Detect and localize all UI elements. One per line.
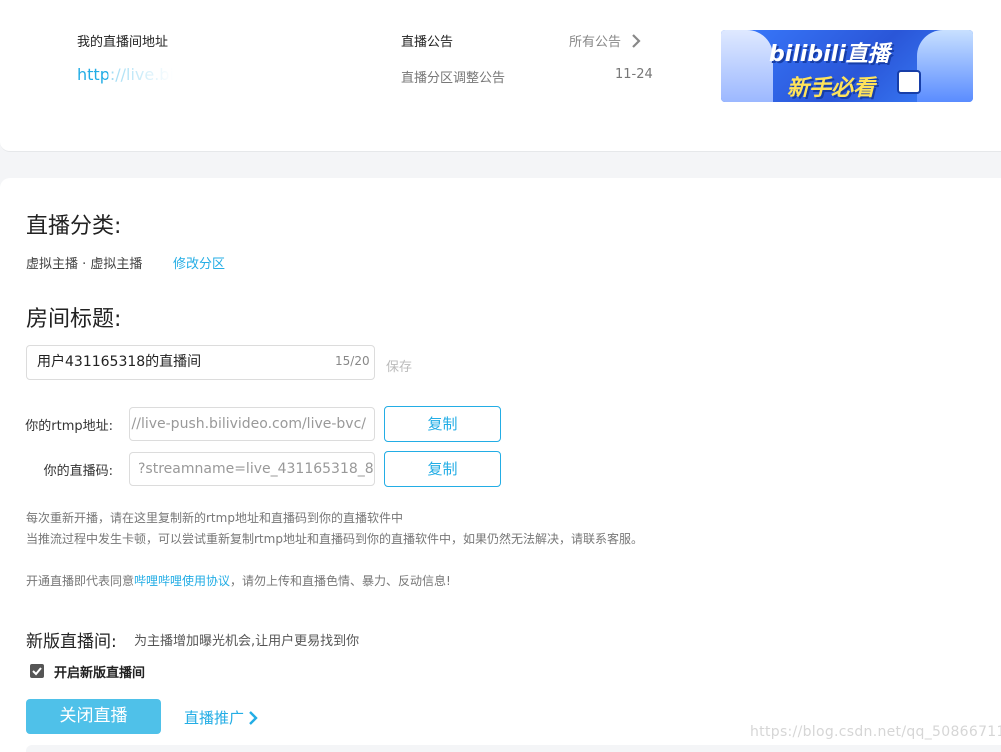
category-value: 虚拟主播 · 虚拟主播 — [26, 257, 143, 272]
new-room-heading: 新版直播间: — [26, 632, 117, 652]
announcement-heading: 直播公告 — [401, 35, 454, 50]
rtmp-address-field[interactable]: rtmp://live-push.bilivideo.com/live-bvc/ — [129, 407, 375, 441]
copy-stream-code-button[interactable]: 复制 — [384, 451, 501, 487]
stream-code-label: 你的直播码: — [43, 464, 113, 479]
new-room-checkbox[interactable] — [30, 664, 44, 678]
title-char-counter: 15/20 — [335, 354, 370, 368]
address-redaction-mask — [108, 62, 324, 82]
newbie-guide-banner[interactable]: bilibili直播 新手必看 — [721, 30, 973, 102]
save-title-button[interactable]: 保存 — [386, 356, 412, 375]
edit-category-link[interactable]: 修改分区 — [173, 253, 225, 272]
user-agreement-link[interactable]: 哔哩哔哩使用协议 — [134, 574, 230, 588]
instruction-text-1: 每次重新开播，请在这里复制新的rtmp地址和直播码到你的直播软件中 — [26, 511, 403, 525]
chevron-right-icon — [632, 33, 641, 48]
rtmp-address-label: 你的rtmp地址: — [25, 419, 113, 434]
room-title-input[interactable]: 用户431165318的直播间 — [26, 345, 375, 380]
mascot-left-image — [721, 30, 773, 102]
announcement-item[interactable]: 直播分区调整公告 — [401, 67, 505, 86]
all-announcements-label: 所有公告 — [569, 35, 622, 50]
live-promotion-label: 直播推广 — [184, 709, 245, 727]
live-settings-card: 直播分类: 虚拟主播 · 虚拟主播 修改分区 房间标题: 用户431165318… — [0, 178, 1001, 752]
instruction-text-2: 当推流过程中发生卡顿，可以尝试重新复制rtmp地址和直播码到你的直播软件中，如果… — [26, 532, 643, 546]
new-room-description: 为主播增加曝光机会,让用户更易找到你 — [134, 634, 360, 649]
live-promotion-link[interactable]: 直播推广 — [184, 707, 258, 728]
agreement-notice: 开通直播即代表同意哔哩哔哩使用协议，请勿上传和直播色情、暴力、反动信息! — [26, 572, 451, 589]
room-title-heading: 房间标题: — [26, 307, 122, 332]
tv-icon — [897, 70, 921, 94]
agreement-prefix: 开通直播即代表同意 — [26, 574, 135, 588]
agreement-suffix: ，请勿上传和直播色情、暴力、反动信息! — [230, 574, 451, 588]
announcement-date: 11-24 — [615, 67, 653, 82]
mascot-right-image — [917, 30, 973, 102]
banner-title: bilibili直播 — [769, 42, 890, 67]
rtmp-address-value: rtmp://live-push.bilivideo.com/live-bvc/ — [130, 416, 366, 432]
stream-code-field[interactable]: ?streamname=live_431165318_85 — [129, 452, 375, 486]
category-heading: 直播分类: — [26, 214, 122, 239]
close-live-button[interactable]: 关闭直播 — [26, 699, 161, 734]
watermark-text: https://blog.csdn.net/qq_50866711 — [750, 724, 1001, 740]
banner-subtitle: 新手必看 — [787, 76, 876, 101]
live-info-card: 我的直播间地址 http://live.bili 直播公告 所有公告 直播分区调… — [0, 0, 1001, 152]
room-address-label: 我的直播间地址 — [77, 35, 169, 50]
checkmark-icon — [32, 667, 42, 676]
next-card-edge — [26, 745, 1001, 752]
new-room-checkbox-label[interactable]: 开启新版直播间 — [54, 662, 145, 681]
all-announcements-link[interactable]: 所有公告 — [569, 31, 641, 50]
copy-rtmp-button[interactable]: 复制 — [384, 406, 501, 442]
chevron-right-icon — [249, 710, 258, 725]
